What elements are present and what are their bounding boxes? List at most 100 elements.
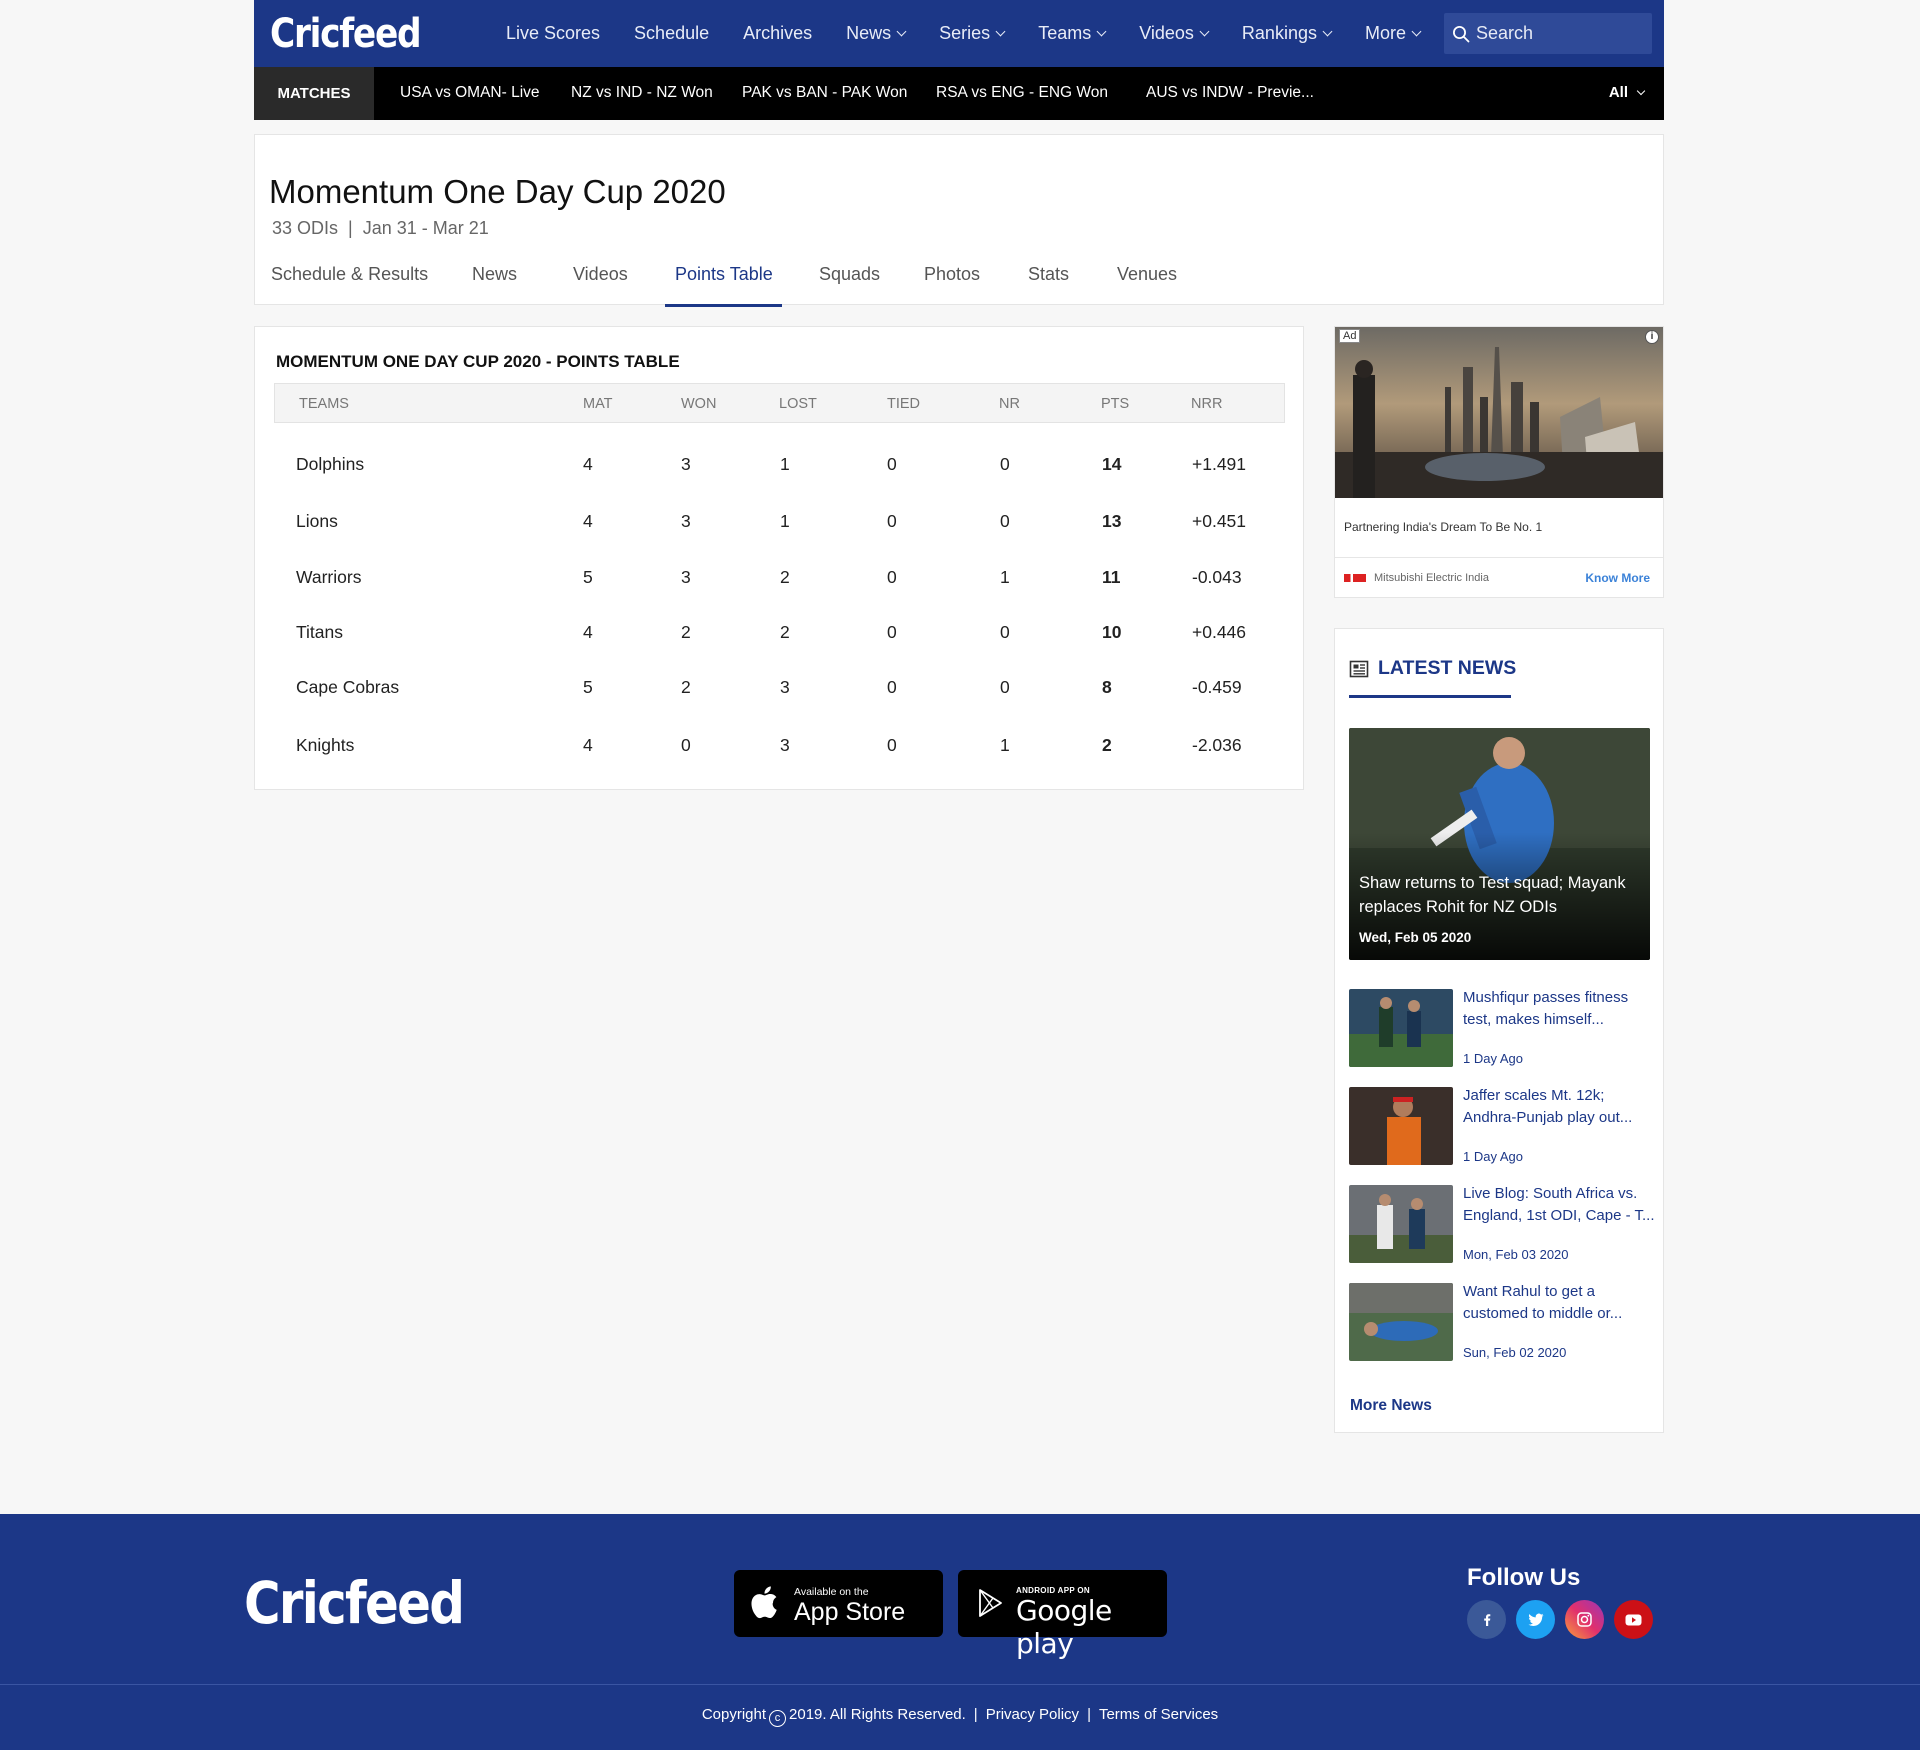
ad-text: Partnering India's Dream To Be No. 1 xyxy=(1344,520,1543,534)
series-header: Momentum One Day Cup 2020 33 ODIs | Jan 31… xyxy=(254,134,1664,307)
latest-news-header: LATEST NEWS xyxy=(1349,657,1516,680)
nav-videos[interactable]: Videos xyxy=(1139,23,1210,44)
news-date: Mon, Feb 03 2020 xyxy=(1463,1247,1569,1262)
nav-more[interactable]: More xyxy=(1365,23,1422,44)
table-cell: 1 xyxy=(780,511,790,531)
table-cell: 3 xyxy=(780,735,790,755)
advertisement[interactable]: Ad i Partnering India's Dream To Be No. … xyxy=(1334,326,1664,598)
featured-news-card[interactable]: Shaw returns to Test squad; Mayank repla… xyxy=(1349,728,1650,960)
news-list-item[interactable]: Jaffer scales Mt. 12k; Andhra-Punjab pla… xyxy=(1349,1087,1659,1167)
match-item[interactable]: USA vs OMAN- Live xyxy=(400,84,540,102)
site-logo[interactable]: Cricfeed xyxy=(270,11,442,57)
table-cell: 0 xyxy=(1000,622,1010,642)
points-table-card: MOMENTUM ONE DAY CUP 2020 - POINTS TABLE… xyxy=(254,326,1304,790)
nav-schedule[interactable]: Schedule xyxy=(634,23,709,44)
table-cell: +0.451 xyxy=(1192,511,1247,531)
tab-points-table[interactable]: Points Table xyxy=(675,264,773,285)
apple-icon xyxy=(751,1586,777,1619)
header-underline xyxy=(1349,695,1511,698)
table-cell: +1.491 xyxy=(1192,454,1247,474)
team-name-cell[interactable]: Knights xyxy=(296,735,354,756)
divider xyxy=(0,1684,1920,1685)
instagram-icon[interactable] xyxy=(1565,1600,1604,1639)
table-row[interactable]: Dolphins 4 3 1 0 0 14 +1.491 xyxy=(255,438,1303,494)
search-input[interactable] xyxy=(1476,23,1646,44)
twitter-icon[interactable] xyxy=(1516,1600,1555,1639)
facebook-icon[interactable] xyxy=(1467,1600,1506,1639)
search-box xyxy=(1444,13,1652,54)
tab-videos[interactable]: Videos xyxy=(573,264,628,285)
table-cell: 2 xyxy=(681,677,691,697)
divider xyxy=(1335,557,1663,558)
table-cell: 4 xyxy=(583,454,593,474)
match-item[interactable]: PAK vs BAN - PAK Won xyxy=(742,84,907,102)
series-dates: Jan 31 - Mar 21 xyxy=(362,218,489,238)
table-cell: 2 xyxy=(681,622,691,642)
team-name-cell[interactable]: Lions xyxy=(296,511,338,532)
table-cell: 13 xyxy=(1102,511,1122,531)
page-title: Momentum One Day Cup 2020 xyxy=(269,173,726,210)
news-list-item[interactable]: Mushfiqur passes fitness test, makes him… xyxy=(1349,989,1659,1069)
match-item[interactable]: NZ vs IND - NZ Won xyxy=(571,84,713,102)
nav-archives[interactable]: Archives xyxy=(743,23,812,44)
footer-logo[interactable]: Cricfeed xyxy=(244,1569,465,1637)
tab-photos[interactable]: Photos xyxy=(924,264,980,285)
matches-filter-dropdown[interactable]: All xyxy=(1609,84,1646,101)
table-cell: 2 xyxy=(1102,735,1112,755)
table-cell: 14 xyxy=(1102,454,1122,474)
info-icon[interactable]: i xyxy=(1645,330,1659,344)
team-name-cell[interactable]: Cape Cobras xyxy=(296,677,399,698)
tab-schedule-results[interactable]: Schedule & Results xyxy=(271,264,428,285)
news-thumbnail xyxy=(1349,989,1453,1067)
news-list-item[interactable]: Live Blog: South Africa vs. England, 1st… xyxy=(1349,1185,1659,1265)
latest-news-title: LATEST NEWS xyxy=(1378,657,1517,679)
tab-stats[interactable]: Stats xyxy=(1028,264,1069,285)
nav-live-scores[interactable]: Live Scores xyxy=(506,23,600,44)
table-row[interactable]: Warriors 5 3 2 0 1 11 -0.043 xyxy=(255,551,1303,607)
mitsubishi-logo-icon xyxy=(1344,574,1366,582)
column-header: LOST xyxy=(779,396,817,412)
news-list-item[interactable]: Want Rahul to get a customed to middle o… xyxy=(1349,1283,1659,1363)
table-cell: 3 xyxy=(681,511,691,531)
copyright-icon: c xyxy=(769,1710,787,1727)
table-cell: 4 xyxy=(583,622,593,642)
match-item[interactable]: RSA vs ENG - ENG Won xyxy=(936,84,1108,102)
tab-news[interactable]: News xyxy=(472,264,517,285)
table-cell: 4 xyxy=(583,735,593,755)
table-row[interactable]: Titans 4 2 2 0 0 10 +0.446 xyxy=(255,606,1303,662)
privacy-policy-link[interactable]: Privacy Policy xyxy=(986,1706,1079,1723)
news-date: 1 Day Ago xyxy=(1463,1149,1523,1164)
meta-separator: | xyxy=(348,218,353,238)
youtube-icon[interactable] xyxy=(1614,1600,1653,1639)
nav-news[interactable]: News xyxy=(846,23,907,44)
featured-news-date: Wed, Feb 05 2020 xyxy=(1359,930,1472,945)
featured-news-title: Shaw returns to Test squad; Mayank repla… xyxy=(1359,874,1626,916)
app-store-button[interactable]: Available on the App Store xyxy=(734,1570,943,1637)
match-item[interactable]: AUS vs INDW - Previe... xyxy=(1146,84,1314,102)
google-play-button[interactable]: ANDROID APP ON Google play xyxy=(958,1570,1167,1660)
tab-squads[interactable]: Squads xyxy=(819,264,880,285)
table-cell: 3 xyxy=(681,454,691,474)
table-row[interactable]: Cape Cobras 5 2 3 0 0 8 -0.459 xyxy=(255,661,1303,717)
matches-label: MATCHES xyxy=(254,67,374,120)
more-news-link[interactable]: More News xyxy=(1350,1397,1432,1415)
table-row[interactable]: Knights 4 0 3 0 1 2 -2.036 xyxy=(255,719,1303,775)
know-more-link[interactable]: Know More xyxy=(1585,571,1650,585)
tab-venues[interactable]: Venues xyxy=(1117,264,1177,285)
team-name-cell[interactable]: Warriors xyxy=(296,567,361,588)
terms-of-services-link[interactable]: Terms of Services xyxy=(1099,1706,1218,1723)
team-name-cell[interactable]: Dolphins xyxy=(296,454,364,475)
table-cell: 0 xyxy=(1000,511,1010,531)
team-name-cell[interactable]: Titans xyxy=(296,622,343,643)
table-cell: 1 xyxy=(780,454,790,474)
table-row[interactable]: Lions 4 3 1 0 0 13 +0.451 xyxy=(255,495,1303,551)
nav-rankings[interactable]: Rankings xyxy=(1242,23,1333,44)
column-header: WON xyxy=(681,396,717,412)
newspaper-icon xyxy=(1349,660,1369,677)
app-store-big-text: App Store xyxy=(794,1598,906,1626)
nav-teams[interactable]: Teams xyxy=(1038,23,1107,44)
column-header: TEAMS xyxy=(299,396,349,412)
chevron-down-icon xyxy=(1199,26,1210,37)
nav-series[interactable]: Series xyxy=(939,23,1006,44)
table-cell: 3 xyxy=(681,567,691,587)
